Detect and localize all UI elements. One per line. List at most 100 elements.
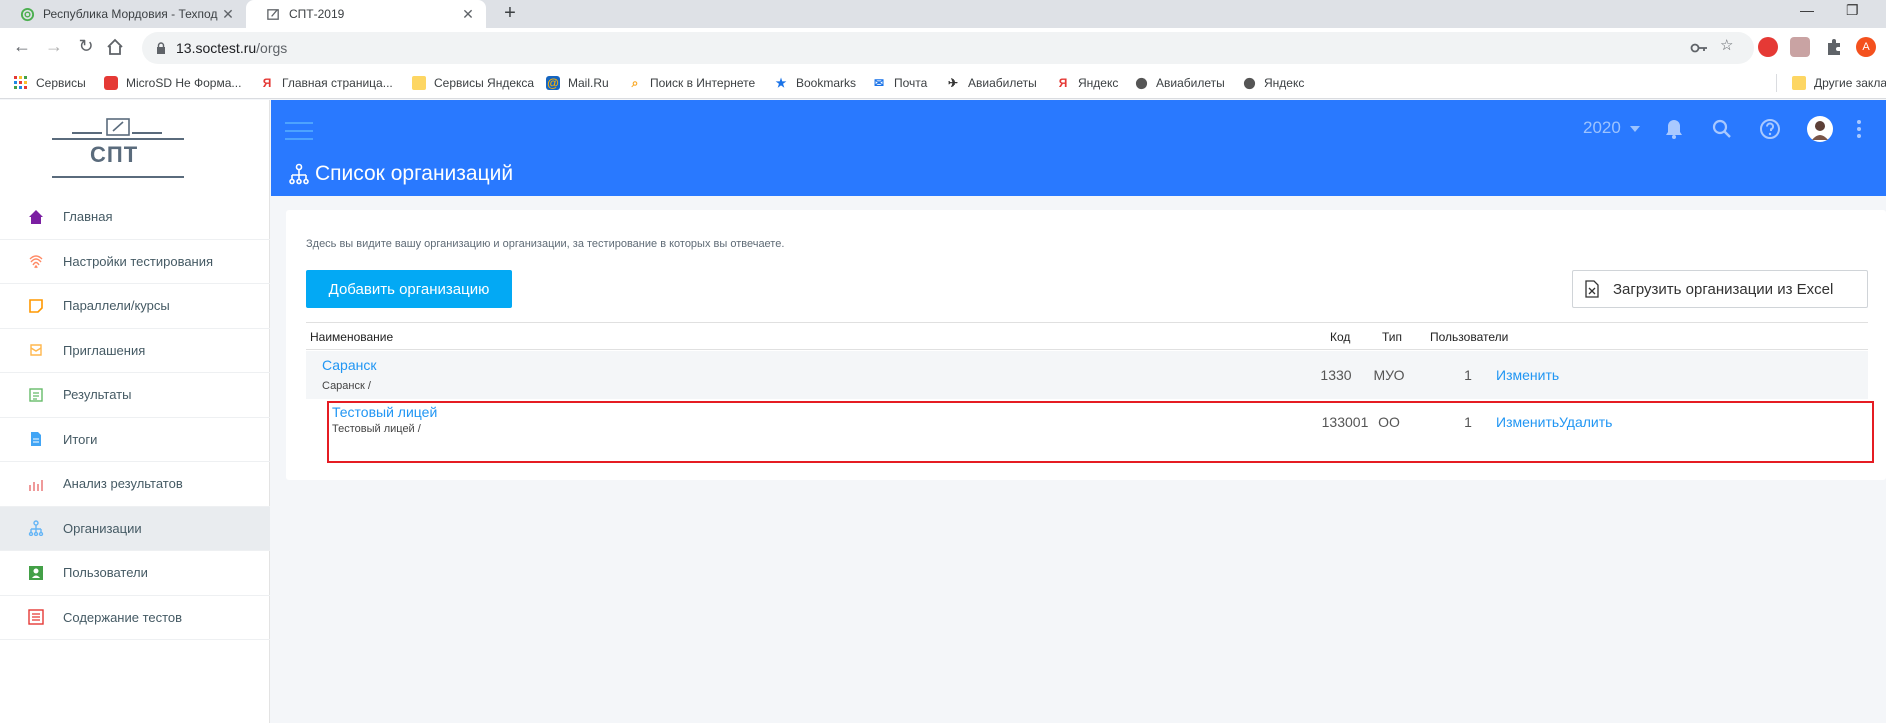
sidebar-item-test-settings[interactable]: Настройки тестирования [0,240,270,284]
org-code: 1330 [1320,367,1352,383]
bookmark-item[interactable]: ✈ Авиабилеты [946,76,1037,90]
tablet-pen-icon [106,118,130,136]
folder-icon [412,76,426,90]
key-icon[interactable] [1690,41,1708,55]
sidebar-item-invitations[interactable]: Приглашения [0,329,270,373]
import-excel-button[interactable]: Загрузить организации из Excel [1572,270,1868,308]
sidebar-item-analysis[interactable]: Анализ результатов [0,462,270,507]
lock-icon [157,42,165,54]
org-name-link[interactable]: Саранск [322,357,376,373]
spt-logo[interactable]: СПТ [52,108,184,184]
sidebar-item-results[interactable]: Результаты [0,373,270,418]
puzzle-extension-icon[interactable] [1824,37,1844,57]
bookmark-item[interactable]: Яндекс [1242,76,1304,90]
yandex-icon: Я [262,76,272,90]
close-tab-icon[interactable]: ✕ [220,6,236,23]
bookmark-item[interactable]: Сервисы [14,76,86,90]
search-globe-icon: ⌕ [631,75,639,90]
list-icon [28,609,44,625]
sidebar-item-parallels[interactable]: Параллели/курсы [0,284,270,329]
back-arrow-icon[interactable]: ← [10,36,34,57]
sidebar-item-label: Параллели/курсы [63,298,170,314]
chevron-down-icon [1629,126,1640,132]
results-icon [29,388,43,402]
other-bookmarks[interactable]: Другие закла [1792,76,1886,90]
globe-icon [1134,76,1148,90]
yandex-icon: Я [1058,76,1068,90]
fingerprint-icon [29,255,43,269]
column-users: Пользователи [1430,330,1509,344]
sidebar-item-organizations[interactable]: Организации [0,506,270,551]
column-name: Наименование [310,330,394,344]
org-tree-icon [28,520,44,537]
bookmarks-bar: Сервисы MicroSD Не Форма... Я Главная ст… [0,68,1886,99]
mailru-icon: @ [546,76,560,90]
org-path: Саранск / [322,380,371,392]
minimize-window-icon[interactable]: ― [1800,2,1814,18]
sidebar-item-totals[interactable]: Итоги [0,418,270,462]
year-selector[interactable]: 2020 [1583,118,1640,138]
column-code: Код [1330,330,1351,344]
note-icon [29,298,43,313]
browser-tab-mordovia[interactable]: Республика Мордовия - Техпод ✕ [0,0,246,28]
page-title: Список организаций [289,162,513,186]
bar-chart-icon [29,479,43,491]
reload-icon[interactable]: ↻ [74,36,98,57]
home-icon[interactable] [106,38,124,56]
red-highlight-box [327,401,1874,463]
bookmark-item[interactable]: ⌕ Поиск в Интернете [628,75,756,91]
avatar[interactable] [1807,116,1833,142]
forward-arrow-icon[interactable]: → [42,36,66,57]
globe-icon [1242,76,1256,90]
adblock-extension-icon[interactable] [1758,37,1778,57]
star-bookmark-icon[interactable]: ☆ [1720,36,1733,54]
invite-icon [30,344,42,356]
restore-window-icon[interactable]: ❐ [1846,2,1859,19]
document-icon [31,432,41,447]
browser-tab-spt[interactable]: СПТ-2019 ✕ [246,0,486,28]
more-vert-icon[interactable] [1855,118,1863,140]
bookmark-item[interactable]: Сервисы Яндекса [412,76,534,90]
help-icon[interactable] [1759,118,1781,140]
bookmark-item[interactable]: ✉ Почта [872,76,927,90]
column-type: Тип [1382,330,1403,344]
address-bar[interactable]: 13.soctest.ru/orgs [142,32,1754,64]
sidebar-item-test-content[interactable]: Содержание тестов [0,596,270,640]
star-icon: ★ [775,76,787,90]
org-tree-icon [289,163,309,185]
bookmark-item[interactable]: ★ Bookmarks [774,76,856,90]
search-icon[interactable] [1711,118,1733,140]
url-host: 13.soctest.ru [176,40,257,56]
add-organization-button[interactable]: Добавить организацию [306,270,512,308]
tab-title: СПТ-2019 [289,7,345,21]
logo-text: СПТ [90,142,139,167]
tab-title: Республика Мордовия - Техпод [43,7,218,21]
bookmark-item[interactable]: Авиабилеты [1134,76,1225,90]
table-row: Саранск Саранск / 1330 МУО 1 Изменить [306,351,1868,399]
sidebar-item-label: Организации [63,520,142,536]
bookmarks-divider [1776,74,1777,92]
bell-icon[interactable] [1663,118,1685,140]
sidebar-item-label: Настройки тестирования [63,253,214,269]
close-tab-icon[interactable]: ✕ [460,6,476,23]
new-tab-button[interactable]: + [498,2,522,25]
sidebar-menu: Главная Настройки тестирования Параллели… [0,195,270,640]
profile-avatar[interactable]: A [1856,37,1876,57]
sidebar-item-label: Содержание тестов [63,609,183,625]
bookmark-item[interactable]: @ Mail.Ru [546,76,609,90]
spiral-logo-icon [20,7,35,21]
hamburger-menu-icon[interactable] [285,122,313,146]
sidebar-item-home[interactable]: Главная [0,195,270,240]
bug-extension-icon[interactable] [1790,37,1810,57]
edit-org-link[interactable]: Изменить [1496,367,1559,383]
sidebar-item-label: Пользователи [63,565,148,581]
edit-doc-icon [267,8,279,20]
sidebar-item-label: Приглашения [63,342,146,358]
page-hint: Здесь вы видите вашу организацию и орган… [306,238,785,250]
bookmark-item[interactable]: MicroSD Не Форма... [104,76,241,90]
bookmark-item[interactable]: Я Главная страница... [260,76,393,90]
bookmark-item[interactable]: Я Яндекс [1056,76,1119,90]
sidebar-item-users[interactable]: Пользователи [0,551,270,596]
sidebar: СПТ Главная Настройки тестирования Парал… [0,100,270,723]
excel-file-icon [1585,280,1599,298]
